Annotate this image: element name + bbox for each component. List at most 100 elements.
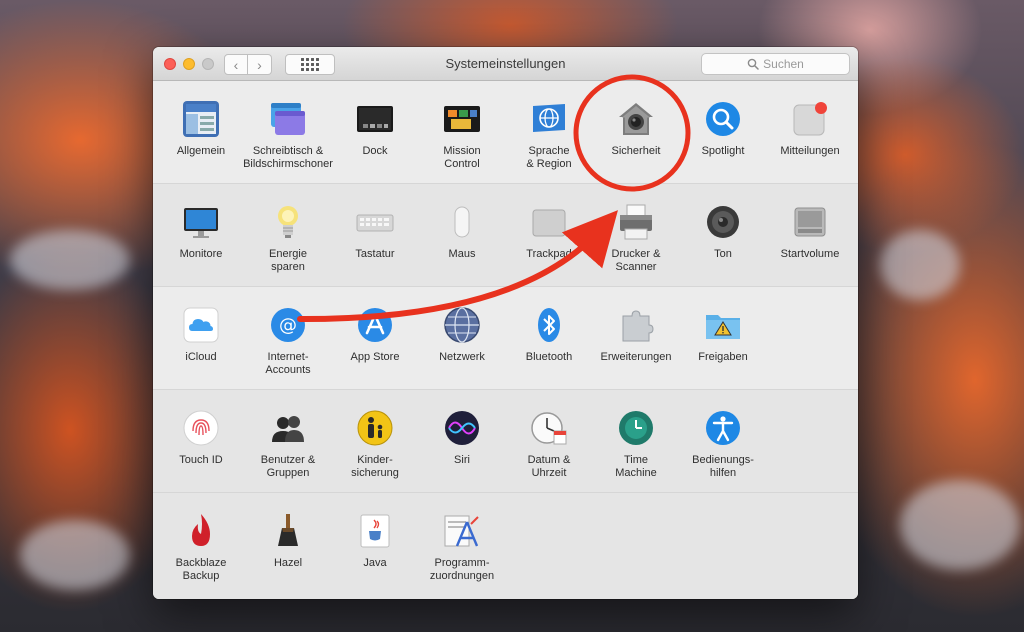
pane-row: Allgemein Schreibtisch & Bildschirmschon…: [153, 81, 858, 184]
chevron-right-icon: ›: [257, 56, 262, 73]
pane-backblaze[interactable]: Backblaze Backup: [156, 493, 246, 596]
search-placeholder: Suchen: [763, 57, 804, 71]
pane-icloud[interactable]: iCloud: [156, 287, 246, 390]
pane-security[interactable]: Sicherheit: [591, 81, 681, 184]
pane-sharing[interactable]: Freigaben: [678, 287, 768, 390]
pane-label: Erweiterungen: [600, 351, 672, 363]
network-globe-icon: [442, 305, 482, 345]
pane-label: Tastatur: [355, 248, 395, 260]
pane-label: Benutzer & Gruppen: [260, 454, 316, 479]
wallpaper-snow: [900, 480, 1020, 570]
wallpaper-snow: [20, 520, 130, 590]
system-preferences-window: ‹ › Systemeinstellungen Suchen Allgemein…: [153, 47, 858, 599]
security-house-icon: [616, 99, 656, 139]
desktop-screensaver-icon: [268, 99, 308, 139]
pane-users-groups[interactable]: Benutzer & Gruppen: [243, 390, 333, 493]
pane-label: Bluetooth: [525, 351, 573, 363]
grid-icon: [301, 58, 319, 71]
backblaze-flame-icon: [181, 511, 221, 551]
pane-siri[interactable]: Siri: [417, 390, 507, 493]
pane-label: Schreibtisch & Bildschirmschoner: [243, 145, 333, 170]
pane-internet-accounts[interactable]: @ Internet- Accounts: [243, 287, 333, 390]
pane-label: Mission Control: [443, 145, 481, 170]
pane-label: Time Machine: [615, 454, 657, 479]
pane-sound[interactable]: Ton: [678, 184, 768, 287]
preference-panes: Allgemein Schreibtisch & Bildschirmschon…: [153, 81, 858, 599]
startup-disk-icon: [790, 202, 830, 242]
show-all-button[interactable]: [285, 54, 335, 75]
hazel-broom-icon: [268, 511, 308, 551]
sharing-folder-icon: [703, 305, 743, 345]
pane-startup-disk[interactable]: Startvolume: [765, 184, 855, 287]
pane-touch-id[interactable]: Touch ID: [156, 390, 246, 493]
pane-language-region[interactable]: Sprache & Region: [504, 81, 594, 184]
dock-icon: [355, 99, 395, 139]
pane-energy[interactable]: Energie sparen: [243, 184, 333, 287]
app-store-icon: [355, 305, 395, 345]
mouse-icon: [442, 202, 482, 242]
chevron-left-icon: ‹: [233, 56, 239, 73]
pane-label: Sicherheit: [611, 145, 661, 157]
pane-dock[interactable]: Dock: [330, 81, 420, 184]
pane-label: Trackpad: [526, 248, 572, 260]
speaker-icon: [703, 202, 743, 242]
minimize-window-button[interactable]: [183, 58, 195, 70]
displays-icon: [181, 202, 221, 242]
pane-label: Programm- zuordnungen: [429, 557, 495, 582]
mission-control-icon: [442, 99, 482, 139]
pane-spotlight[interactable]: Spotlight: [678, 81, 768, 184]
wallpaper-snow: [880, 230, 960, 300]
pane-printers-scanners[interactable]: Drucker & Scanner: [591, 184, 681, 287]
pane-displays[interactable]: Monitore: [156, 184, 246, 287]
search-field[interactable]: Suchen: [701, 53, 850, 75]
pane-time-machine[interactable]: Time Machine: [591, 390, 681, 493]
printer-icon: [616, 202, 656, 242]
pane-parental-controls[interactable]: Kinder- sicherung: [330, 390, 420, 493]
icloud-icon: [181, 305, 221, 345]
pane-bluetooth[interactable]: Bluetooth: [504, 287, 594, 390]
pane-hazel[interactable]: Hazel: [243, 493, 333, 596]
pane-notifications[interactable]: Mitteilungen: [765, 81, 855, 184]
pane-label: Internet- Accounts: [265, 351, 311, 376]
siri-icon: [442, 408, 482, 448]
pane-label: Hazel: [273, 557, 303, 569]
pane-java[interactable]: Java: [330, 493, 420, 596]
close-window-button[interactable]: [164, 58, 176, 70]
pane-general[interactable]: Allgemein: [156, 81, 246, 184]
pane-trackpad[interactable]: Trackpad: [504, 184, 594, 287]
keyboard-icon: [355, 202, 395, 242]
pane-extensions[interactable]: Erweiterungen: [591, 287, 681, 390]
search-icon: [747, 58, 759, 70]
pane-date-time[interactable]: Datum & Uhrzeit: [504, 390, 594, 493]
pane-app-store[interactable]: App Store: [330, 287, 420, 390]
forward-button[interactable]: ›: [248, 54, 272, 75]
back-button[interactable]: ‹: [224, 54, 248, 75]
pane-mouse[interactable]: Maus: [417, 184, 507, 287]
pane-mission-control[interactable]: Mission Control: [417, 81, 507, 184]
pane-desktop-screensaver[interactable]: Schreibtisch & Bildschirmschoner: [243, 81, 333, 184]
pane-row: iCloud @ Internet- Accounts App Store Ne…: [153, 287, 858, 390]
pane-label: Datum & Uhrzeit: [527, 454, 571, 479]
pane-label: Bedienungs- hilfen: [692, 454, 754, 479]
pane-label: Maus: [448, 248, 476, 260]
pane-label: Siri: [454, 454, 470, 466]
pane-label: Netzwerk: [439, 351, 485, 363]
zoom-window-button[interactable]: [202, 58, 214, 70]
pane-row: Touch ID Benutzer & Gruppen Kinder- sich…: [153, 390, 858, 493]
wallpaper-snow: [10, 230, 130, 290]
pane-row: Monitore Energie sparen Tastatur Maus Tr…: [153, 184, 858, 287]
pane-label: Spotlight: [701, 145, 745, 157]
pane-label: App Store: [350, 351, 400, 363]
internet-accounts-icon: @: [268, 305, 308, 345]
pane-label: Freigaben: [698, 351, 748, 363]
pane-accessibility[interactable]: Bedienungs- hilfen: [678, 390, 768, 493]
pane-app-assignments[interactable]: Programm- zuordnungen: [417, 493, 507, 596]
java-cup-icon: [355, 511, 395, 551]
pane-label: Dock: [362, 145, 388, 157]
extensions-puzzle-icon: [616, 305, 656, 345]
pane-keyboard[interactable]: Tastatur: [330, 184, 420, 287]
touch-id-icon: [181, 408, 221, 448]
pane-network[interactable]: Netzwerk: [417, 287, 507, 390]
bluetooth-icon: [529, 305, 569, 345]
pane-label: Ton: [714, 248, 732, 260]
